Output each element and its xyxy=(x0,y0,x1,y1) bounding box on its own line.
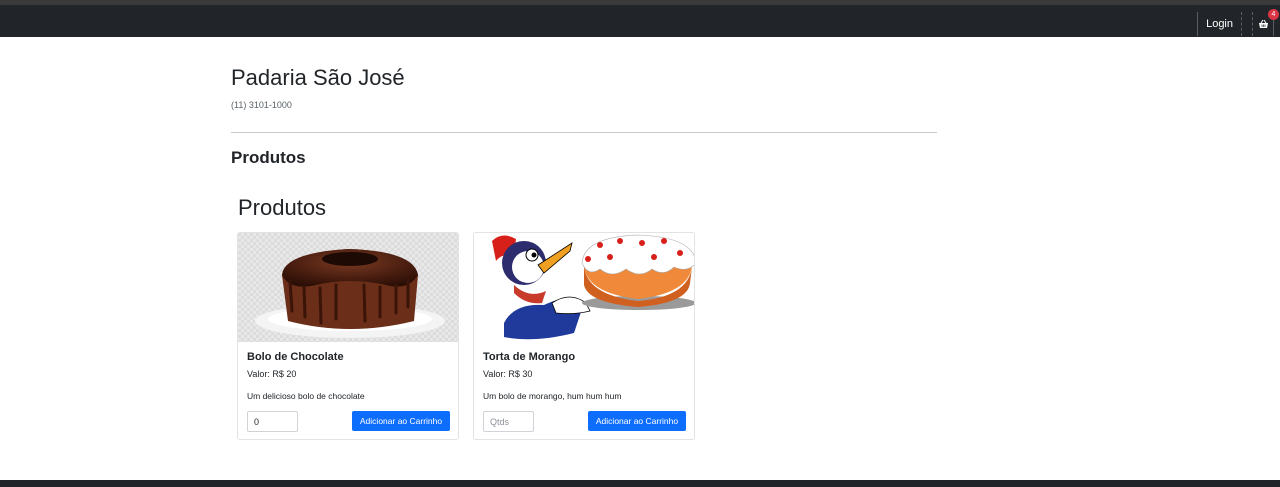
basket-icon xyxy=(1258,19,1268,28)
quantity-input[interactable] xyxy=(247,411,298,432)
product-price: Valor: R$ 30 xyxy=(483,369,533,379)
top-navbar: Login 4 xyxy=(0,0,1280,37)
products-section-heading: Produtos xyxy=(238,195,327,220)
login-button[interactable]: Login xyxy=(1197,12,1242,36)
product-description: Um bolo de morango, hum hum hum xyxy=(483,391,622,401)
add-to-cart-button[interactable]: Adicionar ao Carrinho xyxy=(588,411,686,431)
divider xyxy=(231,132,937,133)
cart-count-badge: 4 xyxy=(1268,9,1279,20)
product-image xyxy=(238,233,458,342)
product-image xyxy=(474,233,694,342)
product-description: Um delicioso bolo de chocolate xyxy=(247,391,365,401)
products-nav-heading: Produtos xyxy=(231,148,306,167)
product-name: Bolo de Chocolate xyxy=(247,351,344,363)
footer-bar xyxy=(0,480,1280,487)
cart-button[interactable]: 4 xyxy=(1252,9,1279,36)
product-card: Torta de Morango Valor: R$ 30 Um bolo de… xyxy=(473,232,695,440)
add-to-cart-button[interactable]: Adicionar ao Carrinho xyxy=(352,411,450,431)
quantity-input[interactable] xyxy=(483,411,534,432)
shop-phone: (11) 3101-1000 xyxy=(231,100,292,110)
product-name: Torta de Morango xyxy=(483,351,576,363)
product-card: Bolo de Chocolate Valor: R$ 20 Um delici… xyxy=(237,232,459,440)
product-price: Valor: R$ 20 xyxy=(247,369,297,379)
shop-title: Padaria São José xyxy=(231,65,405,90)
